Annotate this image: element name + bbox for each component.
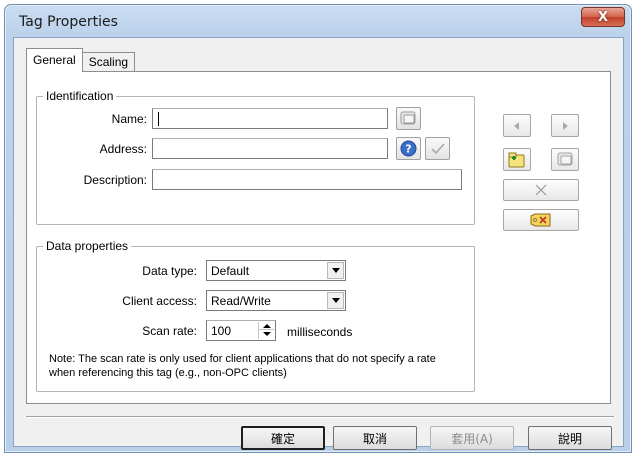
general-tab-panel: Identification Name: Address: ? Descript… bbox=[26, 71, 611, 404]
button-separator bbox=[26, 416, 614, 418]
spin-down-icon[interactable] bbox=[259, 330, 274, 338]
text-caret bbox=[158, 112, 159, 126]
data-type-select[interactable]: Default bbox=[206, 260, 346, 281]
browse-name-button[interactable] bbox=[396, 107, 421, 130]
tab-general[interactable]: General bbox=[26, 48, 83, 72]
right-arrow-icon bbox=[563, 121, 568, 130]
validate-address-button[interactable] bbox=[425, 137, 450, 160]
data-properties-group-title: Data properties bbox=[43, 239, 132, 253]
help-button[interactable]: 說明 bbox=[528, 426, 612, 450]
new-tag-button[interactable] bbox=[503, 148, 531, 171]
duplicate-tag-icon bbox=[557, 152, 572, 166]
data-type-value: Default bbox=[211, 264, 250, 278]
description-label: Description: bbox=[83, 173, 147, 187]
scan-rate-stepper[interactable]: 100 bbox=[206, 320, 276, 341]
window-title: Tag Properties bbox=[19, 14, 118, 30]
delete-tag-button[interactable] bbox=[503, 179, 579, 201]
client-access-label: Client access: bbox=[122, 294, 197, 308]
address-input[interactable] bbox=[152, 138, 388, 159]
title-bar[interactable]: Tag Properties X bbox=[5, 5, 631, 37]
client-access-value: Read/Write bbox=[211, 294, 271, 308]
ok-button[interactable]: 確定 bbox=[241, 426, 325, 450]
previous-tag-button[interactable] bbox=[503, 114, 531, 137]
data-properties-group: Data properties Data type: Default Clien… bbox=[36, 239, 475, 392]
tag-browser-icon bbox=[530, 213, 551, 227]
chevron-down-icon[interactable] bbox=[327, 262, 344, 279]
next-tag-button[interactable] bbox=[551, 114, 579, 137]
name-label: Name: bbox=[111, 112, 147, 126]
description-input[interactable] bbox=[152, 169, 462, 190]
identification-group: Identification Name: Address: ? Descript… bbox=[36, 89, 475, 225]
identification-group-title: Identification bbox=[43, 89, 117, 103]
scan-rate-value: 100 bbox=[211, 324, 232, 338]
checkmark-icon bbox=[430, 142, 445, 154]
name-input[interactable] bbox=[152, 108, 388, 129]
scan-rate-label: Scan rate: bbox=[142, 324, 197, 338]
data-type-label: Data type: bbox=[142, 264, 197, 278]
svg-text:?: ? bbox=[405, 143, 411, 156]
spin-up-icon[interactable] bbox=[259, 322, 274, 330]
chevron-down-icon[interactable] bbox=[327, 292, 344, 309]
close-icon: X bbox=[597, 9, 609, 25]
client-access-select[interactable]: Read/Write bbox=[206, 290, 346, 311]
dialog-client-area: General Scaling Identification Name: Add… bbox=[13, 37, 624, 450]
delete-icon bbox=[535, 184, 547, 196]
tag-properties-dialog: Tag Properties X General Scaling Identif… bbox=[4, 4, 632, 453]
address-help-button[interactable]: ? bbox=[396, 137, 421, 160]
spin-buttons bbox=[258, 322, 274, 339]
new-tag-icon bbox=[508, 152, 525, 167]
left-arrow-icon bbox=[514, 121, 519, 130]
address-label: Address: bbox=[99, 142, 147, 156]
help-icon: ? bbox=[400, 140, 417, 157]
tag-browser-icon bbox=[400, 111, 416, 125]
close-button[interactable]: X bbox=[581, 7, 625, 27]
cancel-button[interactable]: 取消 bbox=[333, 426, 417, 450]
scan-rate-unit: milliseconds bbox=[287, 325, 353, 339]
scan-rate-note: Note: The scan rate is only used for cli… bbox=[49, 353, 436, 379]
duplicate-tag-button[interactable] bbox=[551, 148, 579, 171]
tab-scaling[interactable]: Scaling bbox=[81, 52, 136, 72]
apply-button[interactable]: 套用(A) bbox=[430, 426, 514, 450]
tab-bar: General Scaling bbox=[26, 48, 136, 72]
tag-browser-button[interactable] bbox=[503, 209, 579, 231]
